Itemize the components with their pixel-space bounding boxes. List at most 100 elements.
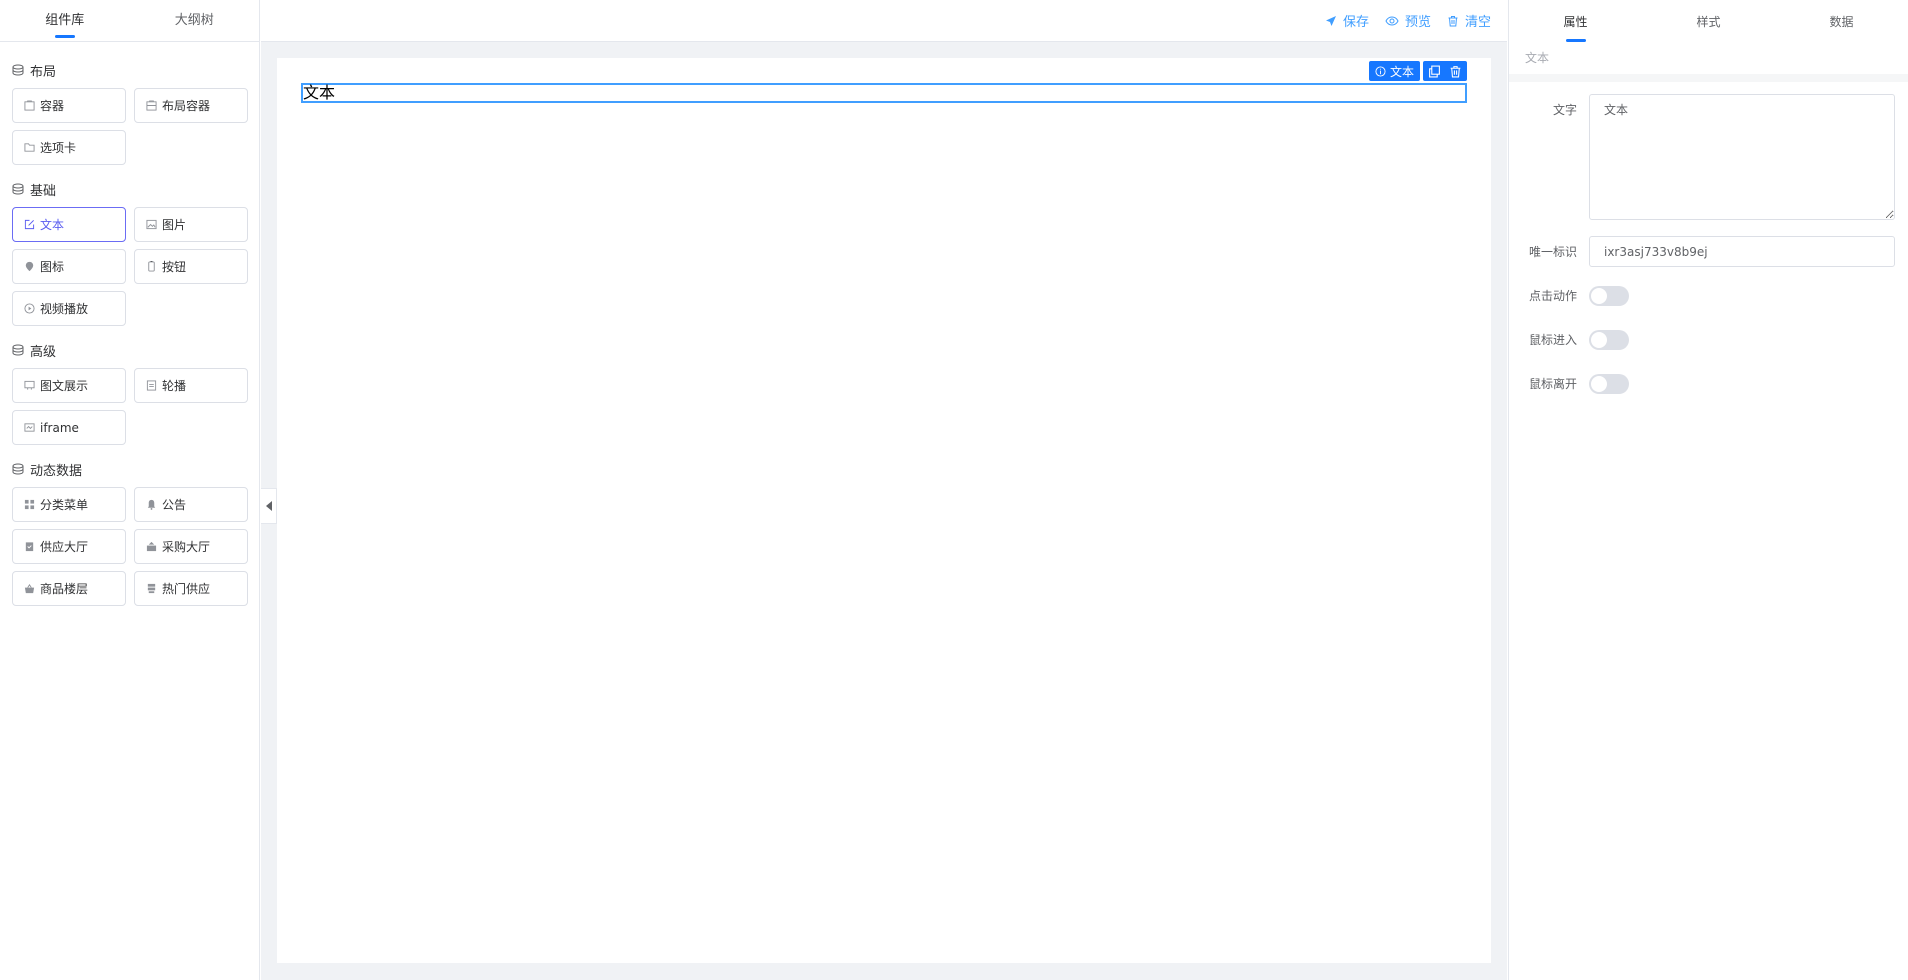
group-dynamic-data: 动态数据 分类菜单 公告 供应大厅 采购大厅 商品楼层 热门供应: [12, 455, 248, 606]
send-icon: [1325, 15, 1336, 26]
id-label: 唯一标识: [1528, 245, 1577, 259]
container-icon: [24, 100, 35, 111]
component-icon[interactable]: 图标: [12, 249, 126, 284]
component-text[interactable]: 文本: [12, 207, 126, 242]
panel-tabs: 属性 样式 数据: [1509, 0, 1908, 42]
group-basic: 基础 文本 图片 图标 按钮 视频播放: [12, 175, 248, 326]
canvas-text: 文本: [303, 83, 336, 102]
component-hot-supply[interactable]: 热门供应: [134, 571, 248, 606]
component-label: 布局容器: [162, 99, 211, 113]
shop-icon: [146, 541, 157, 552]
iframe-icon: [24, 423, 35, 432]
collapse-sidebar-handle[interactable]: [261, 488, 277, 524]
selection-actions: [1423, 61, 1467, 81]
copy-icon[interactable]: [1428, 65, 1441, 78]
play-icon: [24, 303, 35, 314]
database-icon: [12, 463, 24, 475]
component-category-menu[interactable]: 分类菜单: [12, 487, 126, 522]
clear-button[interactable]: 清空: [1447, 11, 1491, 30]
layout-container-icon: [146, 100, 157, 111]
tab-component-library[interactable]: 组件库: [0, 0, 130, 41]
bell-icon: [147, 499, 156, 510]
preview-button[interactable]: 预览: [1385, 11, 1431, 30]
component-label: 容器: [40, 99, 65, 113]
component-label: 轮播: [162, 379, 187, 393]
selected-text-component[interactable]: 文本 文本: [301, 61, 1467, 103]
design-canvas[interactable]: 文本 文本: [277, 58, 1491, 963]
component-picture-text[interactable]: 图文展示: [12, 368, 126, 403]
component-label: 文本: [40, 218, 65, 232]
component-label: 图片: [162, 218, 187, 232]
component-label: 视频播放: [40, 302, 89, 316]
clipboard-icon: [25, 542, 34, 552]
component-groups: 布局 容器 布局容器 选项卡 基础 文本 图片 图标 按钮 视频播放 高级 图文…: [0, 42, 259, 606]
component-layout-container[interactable]: 布局容器: [134, 88, 248, 123]
component-label: 商品楼层: [40, 582, 89, 596]
editor-toolbar: 保存 预览 清空: [261, 0, 1507, 42]
group-layout: 布局 容器 布局容器 选项卡: [12, 56, 248, 165]
component-label: 热门供应: [162, 582, 211, 596]
tab-properties[interactable]: 属性: [1509, 0, 1642, 42]
component-label: 采购大厅: [162, 540, 211, 554]
picture-text-icon: [24, 380, 35, 390]
save-button[interactable]: 保存: [1325, 11, 1369, 30]
stack-icon: [147, 583, 156, 594]
component-label: 分类菜单: [40, 498, 89, 512]
group-title-label: 动态数据: [30, 463, 83, 479]
mouse-enter-switch[interactable]: [1589, 330, 1629, 350]
component-label: 图标: [40, 260, 65, 274]
trash-icon: [1448, 15, 1458, 26]
save-label: 保存: [1342, 15, 1369, 30]
tab-data[interactable]: 数据: [1775, 0, 1908, 42]
selection-tag-label: 文本: [1389, 64, 1414, 79]
click-action-label: 点击动作: [1528, 289, 1577, 303]
carousel-icon: [146, 380, 157, 391]
component-purchase-hall[interactable]: 采购大厅: [134, 529, 248, 564]
group-title-label: 布局: [30, 64, 57, 80]
id-input[interactable]: [1589, 236, 1895, 267]
edit-icon: [24, 219, 35, 230]
mouse-leave-switch[interactable]: [1589, 374, 1629, 394]
component-container[interactable]: 容器: [12, 88, 126, 123]
info-icon: [1375, 65, 1386, 77]
group-title: 高级: [12, 336, 247, 364]
database-icon: [12, 344, 24, 356]
click-action-switch[interactable]: [1589, 286, 1629, 306]
component-image[interactable]: 图片: [134, 207, 248, 242]
component-label: 图文展示: [40, 379, 89, 393]
text-field[interactable]: 文本: [1589, 94, 1895, 220]
component-iframe[interactable]: iframe: [12, 410, 126, 445]
database-icon: [12, 64, 24, 76]
component-supply-hall[interactable]: 供应大厅: [12, 529, 126, 564]
preview-label: 预览: [1404, 15, 1431, 30]
mouse-leave-label: 鼠标离开: [1528, 377, 1577, 391]
button-icon: [148, 261, 155, 272]
delete-icon[interactable]: [1449, 65, 1462, 78]
mouse-leave-row: 鼠标离开: [1509, 368, 1896, 400]
group-title: 动态数据: [12, 455, 247, 483]
component-sidebar: 组件库 大纲树 布局 容器 布局容器 选项卡 基础 文本 图片 图标 按钮 视频…: [0, 0, 260, 980]
component-video[interactable]: 视频播放: [12, 291, 126, 326]
caret-left-icon: [265, 501, 272, 511]
mouse-enter-row: 鼠标进入: [1509, 324, 1896, 356]
component-label: 供应大厅: [40, 540, 89, 554]
tab-outline-tree[interactable]: 大纲树: [130, 0, 260, 41]
component-button[interactable]: 按钮: [134, 249, 248, 284]
component-product-floor[interactable]: 商品楼层: [12, 571, 126, 606]
component-tabs[interactable]: 选项卡: [12, 130, 126, 165]
text-label: 文字: [1552, 103, 1577, 117]
breadcrumb: 文本: [1509, 42, 1908, 82]
component-label: iframe: [40, 420, 79, 435]
selection-toolbar: 文本: [1368, 61, 1467, 81]
group-title-label: 基础: [30, 183, 57, 199]
click-action-row: 点击动作: [1509, 280, 1896, 312]
id-row: 唯一标识: [1509, 236, 1896, 268]
component-label: 公告: [162, 498, 187, 512]
eye-icon: [1385, 15, 1399, 26]
component-carousel[interactable]: 轮播: [134, 368, 248, 403]
icon-icon: [25, 261, 34, 272]
component-notice[interactable]: 公告: [134, 487, 248, 522]
image-icon: [146, 219, 157, 230]
group-title-label: 高级: [30, 344, 57, 360]
tab-styles[interactable]: 样式: [1642, 0, 1775, 42]
